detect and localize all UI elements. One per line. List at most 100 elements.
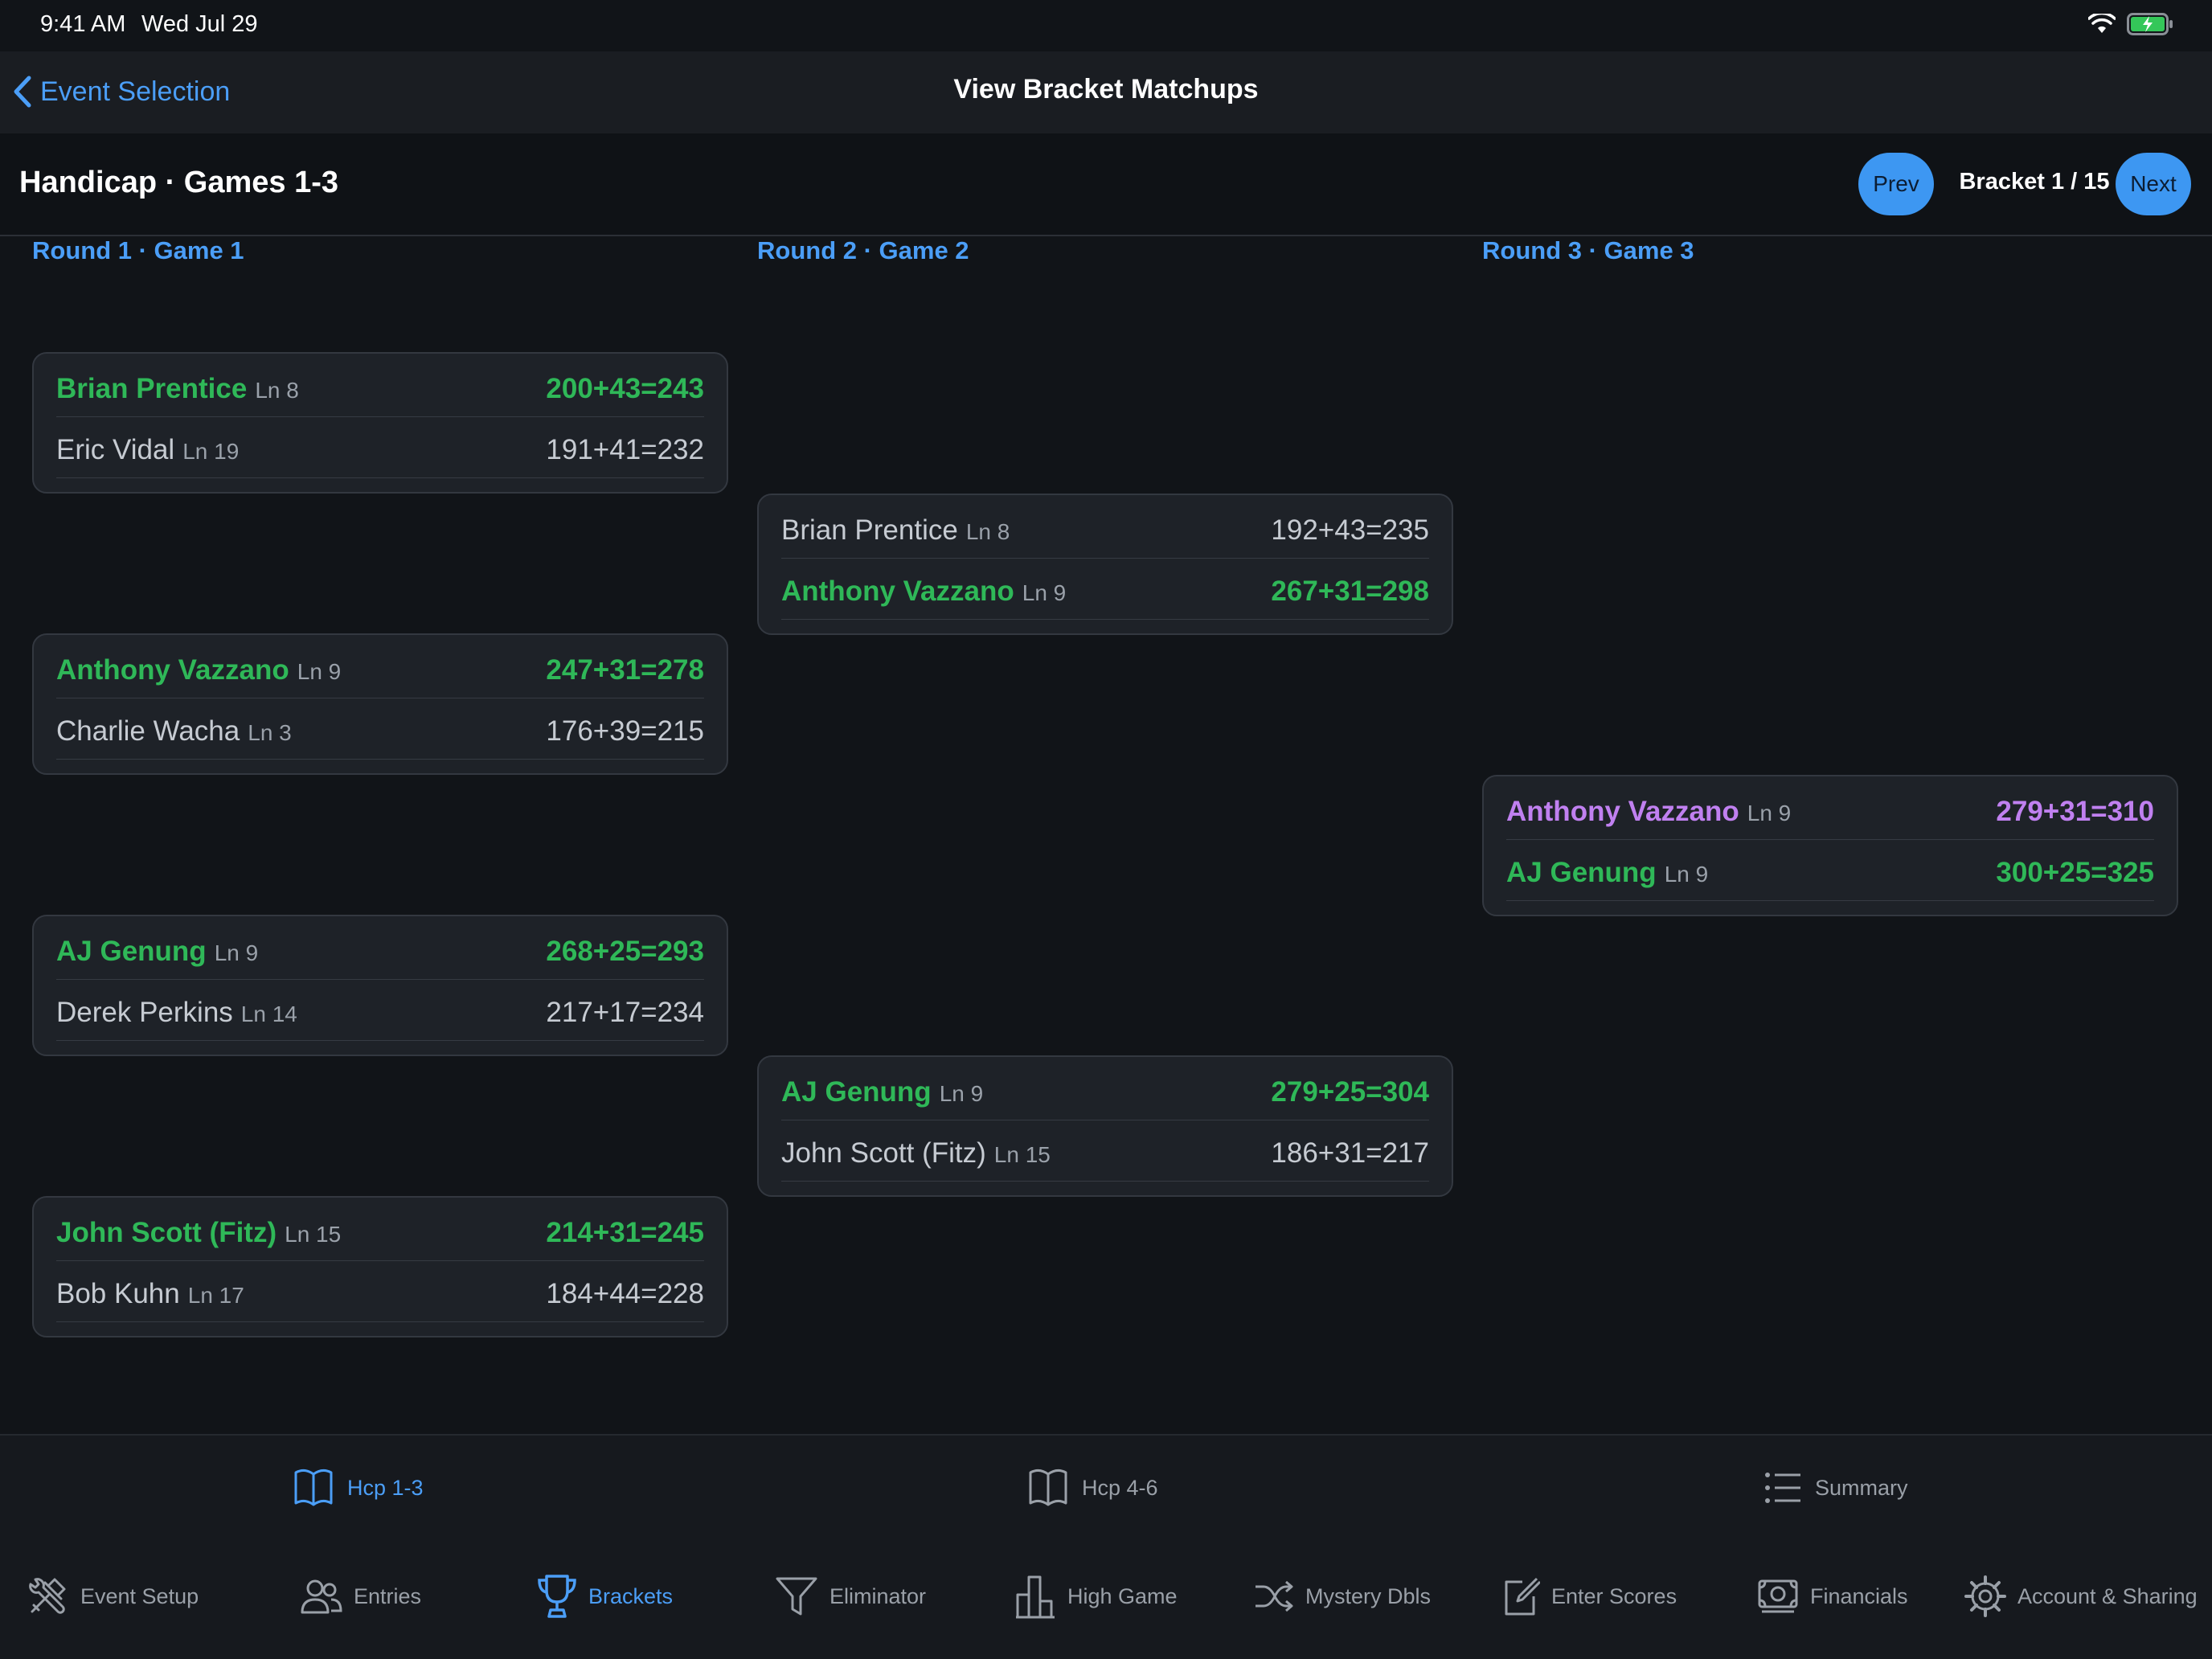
- tab-high-game[interactable]: High Game: [1014, 1571, 1178, 1622]
- subtab-summary[interactable]: Summary: [1763, 1458, 1908, 1518]
- money-icon: [1758, 1579, 1798, 1613]
- gear-icon: [1964, 1575, 2006, 1617]
- player-name-group: Bob Kuhn Ln 17: [56, 1278, 244, 1310]
- match-card[interactable]: John Scott (Fitz) Ln 15 214+31=245 Bob Kuhn…: [32, 1196, 728, 1337]
- tab-entries[interactable]: Entries: [299, 1571, 421, 1622]
- round-1-header: Round 1 · Game 1: [32, 236, 244, 264]
- player-name: Bob Kuhn: [56, 1278, 180, 1309]
- page-title: View Bracket Matchups: [953, 74, 1259, 104]
- lane-number: Ln 14: [240, 1002, 297, 1026]
- tab-label: Enter Scores: [1551, 1583, 1677, 1608]
- player-row: Brian Prentice Ln 8 200+43=243: [56, 355, 704, 417]
- tab-label: Financials: [1810, 1583, 1908, 1608]
- player-score: 217+17=234: [546, 997, 704, 1028]
- match-card[interactable]: Anthony Vazzano Ln 9 279+31=310 AJ Genung Ln…: [1482, 775, 2178, 916]
- bottom-tab-bar: Event Setup Entries Brackets Eliminator …: [0, 1543, 2212, 1659]
- tab-account-sharing[interactable]: Account & Sharing: [1964, 1571, 2198, 1622]
- player-name: Anthony Vazzano: [56, 654, 289, 686]
- tab-event-setup[interactable]: Event Setup: [26, 1571, 199, 1622]
- open-book-icon: [1029, 1469, 1067, 1506]
- round-2-header: Round 2 · Game 2: [757, 236, 969, 264]
- lane-number: Ln 8: [965, 519, 1010, 544]
- player-row: Anthony Vazzano Ln 9 279+31=310: [1506, 778, 2154, 840]
- lane-number: Ln 19: [182, 439, 240, 464]
- player-row: John Scott (Fitz) Ln 15 214+31=245: [56, 1199, 704, 1261]
- lane-number: Ln 8: [255, 378, 299, 403]
- status-icons: [2088, 13, 2173, 35]
- subtab-hcp-4-6[interactable]: Hcp 4-6: [1027, 1458, 1158, 1518]
- next-button[interactable]: Next: [2116, 153, 2191, 215]
- player-name: AJ Genung: [56, 936, 207, 967]
- match-card[interactable]: Brian Prentice Ln 8 192+43=235 Anthony Vazz…: [757, 494, 1453, 635]
- player-name-group: Charlie Wacha Ln 3: [56, 715, 292, 748]
- player-score: 176+39=215: [546, 715, 704, 747]
- subtab-label: Hcp 1-3: [347, 1475, 424, 1500]
- player-score: 247+31=278: [546, 654, 704, 686]
- player-name: Derek Perkins: [56, 997, 233, 1028]
- edit-icon: [1505, 1577, 1540, 1616]
- player-row: Brian Prentice Ln 8 192+43=235: [781, 497, 1429, 559]
- player-name-group: Derek Perkins Ln 14: [56, 997, 297, 1029]
- lane-number: Ln 3: [248, 720, 292, 745]
- tab-enter-scores[interactable]: Enter Scores: [1501, 1571, 1677, 1622]
- player-name: Brian Prentice: [781, 514, 958, 546]
- player-score: 214+31=245: [546, 1217, 704, 1248]
- bracket-header: Handicap · Games 1-3 Prev Bracket 1 / 15…: [0, 133, 2212, 236]
- bracket-counter: Bracket 1 / 15: [1959, 169, 2110, 195]
- player-name-group: John Scott (Fitz) Ln 15: [781, 1137, 1051, 1169]
- bar-chart-icon: [1016, 1575, 1055, 1619]
- player-name: Anthony Vazzano: [1506, 796, 1739, 827]
- player-name-group: Anthony Vazzano Ln 9: [781, 576, 1066, 608]
- battery-icon: [2127, 13, 2173, 35]
- tab-label: Entries: [354, 1583, 422, 1608]
- player-score: 300+25=325: [1996, 857, 2154, 888]
- tab-mystery-dbls[interactable]: Mystery Dbls: [1254, 1571, 1431, 1622]
- player-name: AJ Genung: [1506, 857, 1657, 888]
- match-card[interactable]: Brian Prentice Ln 8 200+43=243 Eric Vidal Ln…: [32, 352, 728, 494]
- subtab-hcp-1-3[interactable]: Hcp 1-3: [293, 1458, 424, 1518]
- navigation-bar: Event Selection View Bracket Matchups: [0, 51, 2212, 134]
- player-score: 192+43=235: [1271, 514, 1429, 546]
- tab-label: Event Setup: [80, 1583, 199, 1608]
- lane-number: Ln 9: [1022, 580, 1067, 605]
- match-card[interactable]: Anthony Vazzano Ln 9 247+31=278 Charlie Wac…: [32, 633, 728, 775]
- lane-number: Ln 15: [285, 1222, 342, 1247]
- tab-eliminator[interactable]: Eliminator: [775, 1571, 926, 1622]
- player-row: Anthony Vazzano Ln 9 267+31=298: [781, 558, 1429, 620]
- list-icon: [1765, 1473, 1800, 1503]
- player-name: Brian Prentice: [56, 373, 248, 404]
- player-row: Charlie Wacha Ln 3 176+39=215: [56, 698, 704, 760]
- funnel-icon: [776, 1577, 817, 1616]
- lane-number: Ln 15: [993, 1142, 1051, 1167]
- player-name: John Scott (Fitz): [781, 1137, 986, 1169]
- trophy-icon: [538, 1575, 576, 1618]
- player-name-group: AJ Genung Ln 9: [56, 936, 258, 968]
- lane-number: Ln 9: [297, 659, 342, 684]
- round-3-header: Round 3 · Game 3: [1482, 236, 1694, 264]
- prev-button[interactable]: Prev: [1858, 153, 1934, 215]
- lane-number: Ln 17: [187, 1283, 244, 1308]
- event-title: Handicap · Games 1-3: [19, 166, 339, 199]
- player-row: Eric Vidal Ln 19 191+41=232: [56, 416, 704, 478]
- player-score: 279+25=304: [1271, 1076, 1429, 1108]
- player-name-group: Anthony Vazzano Ln 9: [1506, 796, 1791, 828]
- tab-label: Account & Sharing: [2017, 1583, 2198, 1608]
- player-row: Anthony Vazzano Ln 9 247+31=278: [56, 637, 704, 698]
- player-score: 184+44=228: [546, 1278, 704, 1309]
- tab-brackets[interactable]: Brackets: [537, 1571, 673, 1622]
- lane-number: Ln 9: [1747, 801, 1792, 825]
- player-score: 191+41=232: [546, 434, 704, 465]
- match-card[interactable]: AJ Genung Ln 9 268+25=293 Derek Perkins Ln 1…: [32, 915, 728, 1056]
- player-name: AJ Genung: [781, 1076, 932, 1108]
- tab-financials[interactable]: Financials: [1757, 1571, 1908, 1622]
- player-name: Eric Vidal: [56, 434, 175, 465]
- tab-label: Brackets: [588, 1583, 674, 1608]
- player-name-group: AJ Genung Ln 9: [781, 1076, 983, 1108]
- match-card[interactable]: AJ Genung Ln 9 279+25=304 John Scott (Fitz)…: [757, 1055, 1453, 1197]
- player-row: Bob Kuhn Ln 17 184+44=228: [56, 1260, 704, 1322]
- open-book-icon: [294, 1469, 333, 1506]
- people-icon: [301, 1579, 342, 1614]
- player-row: AJ Genung Ln 9 300+25=325: [1506, 839, 2154, 901]
- subtab-label: Hcp 4-6: [1082, 1475, 1158, 1500]
- status-date: Wed Jul 29: [141, 11, 258, 37]
